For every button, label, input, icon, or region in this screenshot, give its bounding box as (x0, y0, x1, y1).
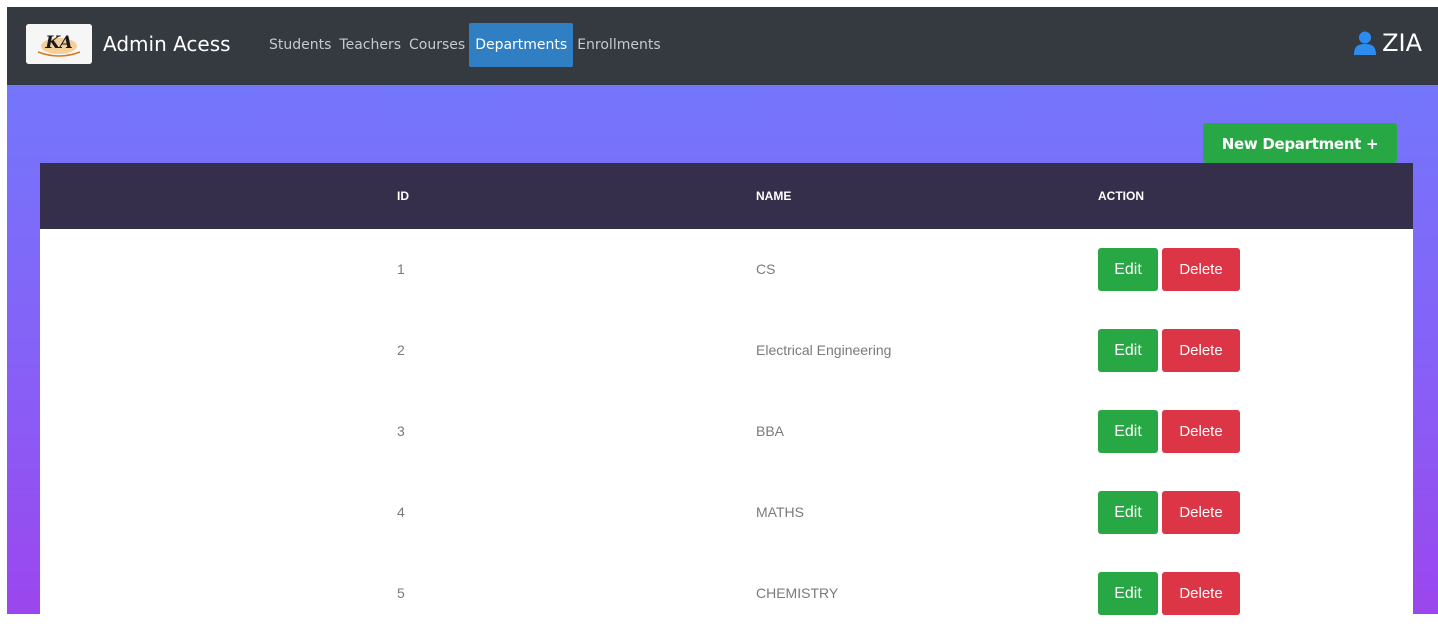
main-nav: Students Teachers Courses Departments En… (265, 23, 665, 67)
brand-title[interactable]: Admin Acess (103, 30, 231, 58)
new-department-button[interactable]: New Department + (1203, 123, 1397, 163)
edit-button[interactable]: Edit (1098, 572, 1158, 615)
brand-logo-text: KA (44, 33, 72, 53)
cell-name: MATHS (756, 504, 804, 520)
nav-item-courses[interactable]: Courses (405, 23, 469, 67)
cell-name: CHEMISTRY (756, 585, 839, 601)
delete-button[interactable]: Delete (1162, 491, 1240, 534)
table-row: 1 CS Edit Delete (40, 229, 1413, 310)
column-header-action: ACTION (1098, 189, 1144, 203)
cell-id: 5 (397, 585, 405, 601)
delete-button[interactable]: Delete (1162, 572, 1240, 615)
nav-item-students[interactable]: Students (265, 23, 335, 67)
user-menu[interactable]: ZIA (1354, 26, 1422, 60)
column-header-name: NAME (756, 189, 792, 203)
main-content: New Department + ID NAME ACTION 1 CS Edi… (7, 85, 1438, 615)
departments-table: ID NAME ACTION 1 CS Edit Delete 2 Electr… (40, 163, 1413, 615)
delete-button[interactable]: Delete (1162, 329, 1240, 372)
nav-item-departments[interactable]: Departments (469, 23, 574, 67)
table-header: ID NAME ACTION (40, 163, 1413, 229)
edit-button[interactable]: Edit (1098, 248, 1158, 291)
cell-name: CS (756, 261, 776, 277)
cell-id: 2 (397, 342, 405, 358)
user-icon (1354, 31, 1377, 55)
top-navbar: KA Admin Acess Students Teachers Courses… (7, 7, 1438, 85)
edit-button[interactable]: Edit (1098, 491, 1158, 534)
table-row: 5 CHEMISTRY Edit Delete (40, 553, 1413, 634)
delete-button[interactable]: Delete (1162, 410, 1240, 453)
table-row: 3 BBA Edit Delete (40, 391, 1413, 472)
cell-name: BBA (756, 423, 785, 439)
edit-button[interactable]: Edit (1098, 329, 1158, 372)
table-row: 4 MATHS Edit Delete (40, 472, 1413, 553)
table-row: 2 Electrical Engineering Edit Delete (40, 310, 1413, 391)
edit-button[interactable]: Edit (1098, 410, 1158, 453)
column-header-id: ID (397, 189, 409, 203)
nav-item-teachers[interactable]: Teachers (335, 23, 405, 67)
cell-id: 1 (397, 261, 405, 277)
brand-logo[interactable]: KA (26, 24, 92, 64)
user-name: ZIA (1382, 29, 1422, 57)
brand-logo-icon: KA (26, 24, 92, 64)
cell-id: 3 (397, 423, 405, 439)
cell-name: Electrical Engineering (756, 342, 892, 358)
nav-item-enrollments[interactable]: Enrollments (573, 23, 664, 67)
cell-id: 4 (397, 504, 405, 520)
delete-button[interactable]: Delete (1162, 248, 1240, 291)
